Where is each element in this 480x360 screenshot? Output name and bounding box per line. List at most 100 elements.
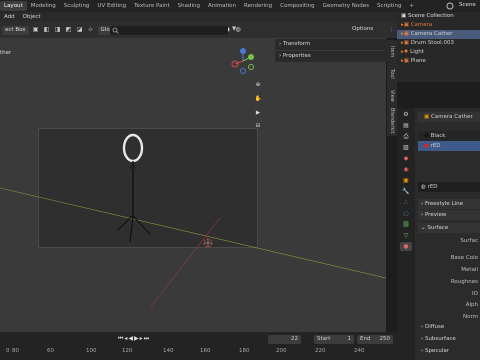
menu-add[interactable]: Add xyxy=(0,14,19,20)
sidetab-blenderkit[interactable]: Blenderkit xyxy=(387,106,397,136)
select-subtract-icon[interactable]: ◨ xyxy=(54,26,62,34)
outliner-item-plane[interactable]: ▸▣ Plane xyxy=(397,57,480,66)
scene-collection-label: Scene Collection xyxy=(407,13,454,19)
frame-tick: 220 xyxy=(315,348,326,354)
outliner-item-drum-stool[interactable]: ▸▣ Drum Stool.003 xyxy=(397,39,480,48)
scene-icon[interactable] xyxy=(445,1,455,11)
outliner-item-label: Drum Stool.003 xyxy=(410,40,454,46)
world-tab-icon[interactable]: ◉ xyxy=(400,165,412,174)
sidetab-item[interactable]: Item xyxy=(387,40,397,64)
outliner-item-camera[interactable]: ▸▣ Camera xyxy=(397,21,480,30)
sidetab-tool[interactable]: Tool xyxy=(387,62,397,86)
scene-collection-row[interactable]: ▣ Scene Collection xyxy=(397,12,480,21)
npanel-properties-label: Properties xyxy=(282,53,311,59)
tab-rendering[interactable]: Rendering xyxy=(240,1,276,11)
field-roughness: Roughnes xyxy=(450,279,478,285)
outliner-item-label: Camera Cather xyxy=(410,31,453,37)
active-material-label: rED xyxy=(427,184,438,190)
tool-tab-icon[interactable]: ⚙ xyxy=(400,110,412,119)
tab-uv-editing[interactable]: UV Editing xyxy=(93,1,130,11)
transform-orientation-icon[interactable]: ⊹ xyxy=(87,26,95,34)
next-keyframe-icon[interactable]: ▸ xyxy=(140,335,143,343)
render-tab-icon[interactable]: ▤ xyxy=(400,121,412,130)
current-frame-field[interactable]: 22 xyxy=(268,335,301,344)
frame-tick: 0 xyxy=(6,348,10,354)
npanel-properties[interactable]: › Properties xyxy=(275,51,387,62)
section-freestyle-line[interactable]: › Freestyle Line xyxy=(418,199,480,209)
menu-object[interactable]: Object xyxy=(19,14,45,20)
tab-texture-paint[interactable]: Texture Paint xyxy=(130,1,174,11)
section-surface[interactable]: ⌄ Surface xyxy=(418,223,480,233)
select-new-icon[interactable]: ▣ xyxy=(32,26,40,34)
outliner-item-label: Camera xyxy=(410,22,433,28)
select-extend-icon[interactable]: ◧ xyxy=(43,26,51,34)
section-label: Freestyle Line xyxy=(424,201,464,207)
play-icon[interactable]: ▶ xyxy=(134,335,139,343)
output-tab-icon[interactable]: ⎙ xyxy=(400,132,412,141)
tab-geometry-nodes[interactable]: Geometry Nodes xyxy=(319,1,373,11)
start-value: 1 xyxy=(347,336,352,342)
select-invert-icon[interactable]: ◩ xyxy=(65,26,73,34)
end-value: 250 xyxy=(379,336,391,342)
tab-modeling[interactable]: Modeling xyxy=(27,1,60,11)
search-icon xyxy=(112,27,119,34)
material-tab-icon[interactable]: ● xyxy=(400,242,412,251)
y-axis-line xyxy=(0,187,386,279)
tab-animation[interactable]: Animation xyxy=(204,1,240,11)
viewport-scene xyxy=(0,133,386,309)
tab-layout[interactable]: Layout xyxy=(0,1,27,11)
subsection-subsurface[interactable]: › Subsurface xyxy=(418,334,480,344)
jump-end-icon[interactable]: ⏭ xyxy=(144,335,149,343)
modifier-tab-icon[interactable]: 🔧 xyxy=(400,187,412,196)
section-preview[interactable]: › Preview xyxy=(418,210,480,220)
camera-view-icon[interactable]: ▶ xyxy=(253,110,263,120)
tab-compositing[interactable]: Compositing xyxy=(276,1,318,11)
outliner-item-light[interactable]: ▸✹ Light xyxy=(397,48,480,57)
zoom-icon[interactable]: ⊕ xyxy=(253,82,263,92)
object-icon: ▣ xyxy=(424,114,431,120)
subsection-diffuse[interactable]: › Diffuse xyxy=(418,322,480,332)
npanel-transform-label: Transform xyxy=(282,41,311,47)
section-label: Preview xyxy=(424,212,447,218)
subsection-specular[interactable]: › Specular xyxy=(418,346,480,356)
material-slot-red[interactable]: ● rED xyxy=(418,141,480,151)
select-intersect-icon[interactable]: ◪ xyxy=(76,26,84,34)
outliner-item-camera-cather[interactable]: ▸▣ Camera Cather xyxy=(397,30,480,39)
select-mode-dropdown[interactable]: ect Box xyxy=(2,25,29,35)
frame-tick: 120 xyxy=(122,348,133,354)
scene-tab-icon[interactable]: ◆ xyxy=(400,154,412,163)
search-field[interactable] xyxy=(110,26,228,35)
filter-icon[interactable]: ▼ xyxy=(232,26,240,35)
navigation-gizmo[interactable] xyxy=(228,46,258,76)
scene-name[interactable]: Scene xyxy=(459,2,476,8)
play-reverse-icon[interactable]: ◀ xyxy=(128,335,133,343)
active-material-field[interactable]: ◍ rED xyxy=(418,182,480,192)
prev-keyframe-icon[interactable]: ◂ xyxy=(124,335,127,343)
options-dropdown[interactable]: Options xyxy=(352,26,373,32)
view-layer-tab-icon[interactable]: ▧ xyxy=(400,143,412,152)
tab-scripting[interactable]: Scripting xyxy=(373,1,405,11)
physics-tab-icon[interactable]: ◌ xyxy=(400,209,412,218)
tab-shading[interactable]: Shading xyxy=(174,1,204,11)
end-frame-field[interactable]: End 250 xyxy=(357,335,393,344)
field-metallic: Metall xyxy=(461,267,478,273)
lock-icon[interactable]: ⊟ xyxy=(253,123,263,133)
material-slot-black[interactable]: ● Black xyxy=(418,131,480,141)
start-frame-field[interactable]: Start 1 xyxy=(314,335,354,344)
jump-start-icon[interactable]: ⏮ xyxy=(118,335,123,343)
workspace-tabs-bar: Layout Modeling Sculpting UV Editing Tex… xyxy=(0,0,480,12)
particles-tab-icon[interactable]: ∴ xyxy=(400,198,412,207)
pan-hand-icon[interactable]: ✋ xyxy=(253,96,263,106)
start-label: Start xyxy=(317,336,331,342)
tab-sculpting[interactable]: Sculpting xyxy=(60,1,94,11)
add-workspace-button[interactable]: + xyxy=(405,1,418,11)
object-tab-icon[interactable]: ▣ xyxy=(400,176,412,185)
npanel-transform[interactable]: › Transform xyxy=(275,39,387,50)
sidetab-view[interactable]: View xyxy=(387,84,397,108)
collapse-icon[interactable]: ⋮ xyxy=(386,22,397,38)
object-name-field[interactable]: ▣ Camera Cather xyxy=(418,112,480,122)
field-alpha: Alph xyxy=(465,302,478,308)
data-tab-icon[interactable]: ▽ xyxy=(400,231,412,240)
3d-viewport[interactable]: ther ⊕ ✋ ▶ ⊟ xyxy=(0,38,386,332)
constraints-tab-icon[interactable]: ⛓ xyxy=(400,220,412,229)
